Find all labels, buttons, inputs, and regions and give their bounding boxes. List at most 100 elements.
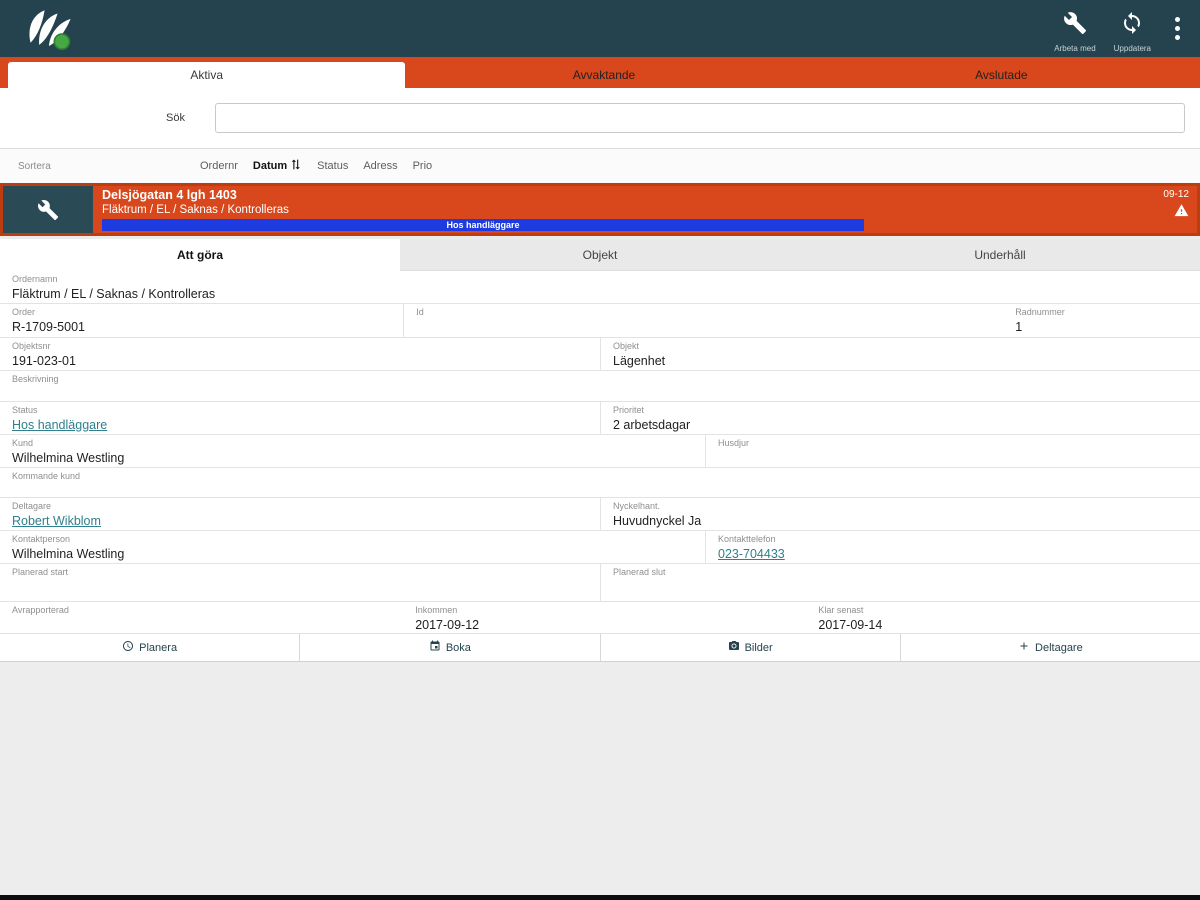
topbar-actions: Arbeta med Uppdatera xyxy=(1054,11,1186,53)
status-link[interactable]: Hos handläggare xyxy=(12,418,107,432)
field-prioritet: Prioritet 2 arbetsdagar xyxy=(600,402,1200,434)
field-row: Order R-1709-5001 Id Radnummer 1 xyxy=(0,304,1200,338)
camera-icon xyxy=(728,640,740,655)
sort-adress[interactable]: Adress xyxy=(363,160,397,172)
field-label: Ordernamn xyxy=(12,274,58,284)
order-card-meta: 09-12 xyxy=(1125,186,1197,233)
add-deltagare-button[interactable]: Deltagare xyxy=(900,634,1200,661)
field-label: Inkommen xyxy=(415,605,458,615)
search-input[interactable] xyxy=(215,103,1185,133)
work-with-label: Arbeta med xyxy=(1054,43,1096,53)
order-status-text: Hos handläggare xyxy=(446,220,520,230)
boka-label: Boka xyxy=(445,641,471,654)
field-label: Kontaktperson xyxy=(12,534,71,544)
sort-datum-label: Datum xyxy=(252,160,288,172)
field-value: 2 arbetsdagar xyxy=(613,418,691,432)
field-deltagare: Deltagare Robert Wikblom xyxy=(0,498,600,530)
field-row: Beskrivning xyxy=(0,371,1200,402)
system-nav-bar xyxy=(0,895,1200,900)
field-label: Order xyxy=(12,307,36,317)
field-row: Avrapporterad Inkommen 2017-09-12 Klar s… xyxy=(0,602,1200,634)
field-label: Nyckelhant. xyxy=(613,501,661,511)
field-label: Radnummer xyxy=(1015,307,1065,317)
order-card-title: Delsjögatan 4 lgh 1403 xyxy=(102,188,237,202)
app-logo xyxy=(24,7,76,51)
empty-background xyxy=(0,662,1200,895)
sort-ordernr[interactable]: Ordernr xyxy=(200,160,238,172)
field-value: 1 xyxy=(1015,320,1023,334)
field-label: Objektsnr xyxy=(12,341,51,351)
field-planerad-slut: Planerad slut xyxy=(600,564,1200,601)
field-inkommen: Inkommen 2017-09-12 xyxy=(403,602,806,633)
warning-icon xyxy=(1174,200,1189,223)
add-deltagare-label: Deltagare xyxy=(1035,641,1083,654)
field-row: Ordernamn Fläktrum / EL / Saknas / Kontr… xyxy=(0,271,1200,304)
tab-avslutade[interactable]: Avslutade xyxy=(803,62,1200,88)
field-label: Objekt xyxy=(613,341,640,351)
detail-tab-bar: Att göra Objekt Underhåll xyxy=(0,239,1200,271)
refresh-button[interactable]: Uppdatera xyxy=(1114,11,1151,53)
wrench-icon xyxy=(1063,11,1087,40)
field-label: Id xyxy=(416,307,424,317)
field-value: 2017-09-12 xyxy=(415,618,480,632)
sort-datum[interactable]: Datum xyxy=(253,158,302,174)
plus-icon xyxy=(1018,640,1030,655)
overflow-menu-icon[interactable] xyxy=(1169,13,1186,44)
order-date: 09-12 xyxy=(1163,189,1189,200)
field-label: Status xyxy=(12,405,38,415)
field-value: 2017-09-14 xyxy=(818,618,883,632)
phone-link[interactable]: 023-704433 xyxy=(718,547,785,561)
tab-underhall[interactable]: Underhåll xyxy=(800,239,1200,271)
field-row: Objektsnr 191-023-01 Objekt Lägenhet xyxy=(0,338,1200,371)
clock-icon xyxy=(122,640,134,655)
field-label: Klar senast xyxy=(818,605,864,615)
boka-button[interactable]: Boka xyxy=(300,634,601,661)
field-avrapporterad: Avrapporterad xyxy=(0,602,403,633)
field-row: Deltagare Robert Wikblom Nyckelhant. Huv… xyxy=(0,498,1200,531)
field-label: Planerad start xyxy=(12,567,69,577)
field-value: Lägenhet xyxy=(613,354,666,368)
tab-aktiva[interactable]: Aktiva xyxy=(8,62,406,88)
tab-avvaktande[interactable]: Avvaktande xyxy=(405,62,802,88)
field-value: Huvudnyckel Ja xyxy=(613,514,702,528)
bilder-button[interactable]: Bilder xyxy=(600,634,901,661)
order-card[interactable]: Delsjögatan 4 lgh 1403 Fläktrum / EL / S… xyxy=(0,183,1200,236)
field-id: Id xyxy=(403,304,1003,337)
order-detail-panel: Att göra Objekt Underhåll Ordernamn Fläk… xyxy=(0,239,1200,662)
field-value: Wilhelmina Westling xyxy=(12,547,125,561)
order-card-body: Delsjögatan 4 lgh 1403 Fläktrum / EL / S… xyxy=(93,186,1125,233)
tab-objekt[interactable]: Objekt xyxy=(400,239,800,271)
field-kommande-kund: Kommande kund xyxy=(0,468,1200,497)
refresh-label: Uppdatera xyxy=(1113,43,1151,53)
field-value: Fläktrum / EL / Saknas / Kontrolleras xyxy=(12,287,216,301)
field-planerad-start: Planerad start xyxy=(0,564,600,601)
field-row: Kommande kund xyxy=(0,468,1200,498)
field-ordernamn: Ordernamn Fläktrum / EL / Saknas / Kontr… xyxy=(0,271,1200,303)
field-label: Beskrivning xyxy=(12,374,59,384)
work-with-button[interactable]: Arbeta med xyxy=(1054,11,1096,53)
bilder-label: Bilder xyxy=(744,641,773,654)
sort-bar: Sortera Ordernr Datum Status Adress Prio xyxy=(0,149,1200,183)
tab-att-gora[interactable]: Att göra xyxy=(0,239,400,271)
refresh-icon xyxy=(1120,11,1144,40)
field-objekt: Objekt Lägenhet xyxy=(600,338,1200,370)
deltagare-link[interactable]: Robert Wikblom xyxy=(12,514,101,528)
field-label: Deltagare xyxy=(12,501,52,511)
field-beskrivning: Beskrivning xyxy=(0,371,1200,401)
field-value: R-1709-5001 xyxy=(12,320,85,334)
field-row: Kund Wilhelmina Westling Husdjur xyxy=(0,435,1200,468)
calendar-icon xyxy=(429,640,441,655)
order-card-subtitle: Fläktrum / EL / Saknas / Kontrolleras xyxy=(102,204,289,216)
sort-prio[interactable]: Prio xyxy=(413,160,433,172)
field-klar-senast: Klar senast 2017-09-14 xyxy=(806,602,1200,633)
field-kontaktperson: Kontaktperson Wilhelmina Westling xyxy=(0,531,705,563)
field-row: Planerad start Planerad slut xyxy=(0,564,1200,602)
field-nyckelhant: Nyckelhant. Huvudnyckel Ja xyxy=(600,498,1200,530)
field-label: Planerad slut xyxy=(613,567,666,577)
field-value: Wilhelmina Westling xyxy=(12,451,125,465)
order-status-bar: Hos handläggare xyxy=(102,219,865,231)
field-label: Kund xyxy=(12,438,34,448)
main-tab-bar: Aktiva Avvaktande Avslutade xyxy=(0,57,1200,88)
sort-status[interactable]: Status xyxy=(317,160,348,172)
planera-button[interactable]: Planera xyxy=(0,634,301,661)
